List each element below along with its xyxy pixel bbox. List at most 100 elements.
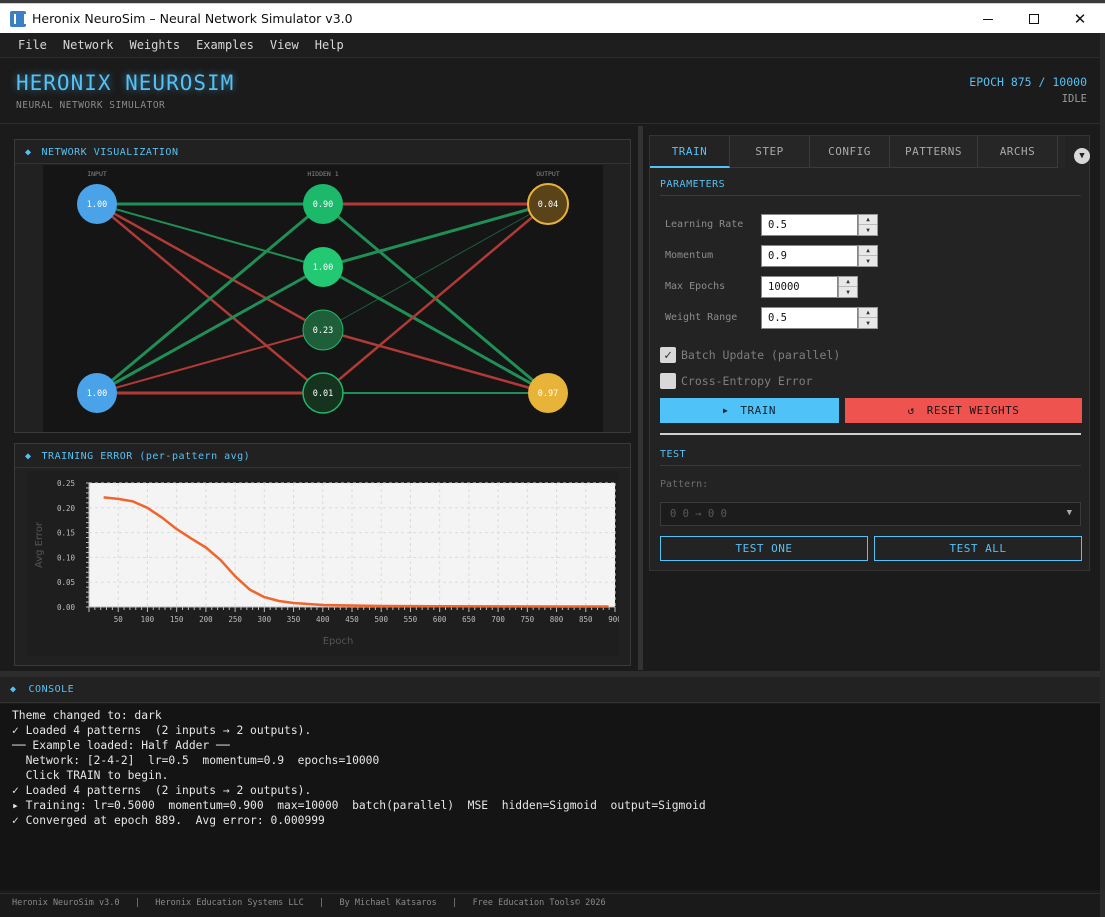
play-icon: ▶	[723, 406, 729, 415]
weight-range-input[interactable]: 0.5	[761, 307, 858, 329]
close-button[interactable]: ✕	[1057, 4, 1103, 34]
menu-help[interactable]: Help	[307, 33, 352, 57]
node-value: 0.23	[313, 326, 333, 336]
test-one-button[interactable]: TEST ONE	[660, 536, 868, 561]
learning-rate-spinner[interactable]: ▲ ▼	[858, 214, 878, 236]
max-epochs-input[interactable]: 10000	[761, 276, 838, 298]
max-epochs-spinner[interactable]: ▲ ▼	[838, 276, 858, 298]
x-tick-label: 650	[462, 615, 476, 624]
error-panel-title-text: TRAINING ERROR (per-pattern avg)	[41, 451, 251, 462]
maximize-button[interactable]	[1011, 4, 1057, 34]
menu-weights[interactable]: Weights	[121, 33, 188, 57]
app-icon	[10, 11, 26, 27]
tab-bar: TRAIN STEP CONFIG PATTERNS ARCHS	[650, 136, 1065, 168]
connections	[96, 202, 549, 395]
menu-bar: File Network Weights Examples View Help	[0, 33, 1105, 58]
y-tick-label: 0.05	[57, 578, 75, 587]
node-value: 1.00	[87, 389, 107, 399]
weight-range-label: Weight Range	[665, 312, 738, 323]
brand-subtitle: NEURAL NETWORK SIMULATOR	[16, 100, 166, 111]
learning-rate-row: Learning Rate 0.5 ▲ ▼	[665, 214, 1085, 236]
spin-down-icon[interactable]: ▼	[859, 256, 877, 266]
menu-examples[interactable]: Examples	[188, 33, 262, 57]
console-output[interactable]: Theme changed to: dark ✓ Loaded 4 patter…	[0, 704, 1100, 890]
training-error-panel: ◆ TRAINING ERROR (per-pattern avg) 50 100 1…	[14, 443, 631, 666]
connection	[322, 202, 549, 269]
error-chart: 50 100 150 200 250 300 350 400 450 500 550 600 650 70…	[27, 471, 622, 656]
tab-patterns[interactable]: PATTERNS	[890, 136, 978, 168]
learning-rate-label: Learning Rate	[665, 219, 744, 230]
spin-up-icon[interactable]: ▲	[859, 246, 877, 256]
x-tick-label: 400	[316, 615, 330, 624]
x-tick-label: 250	[228, 615, 242, 624]
pattern-select-value: 0 0 → 0 0	[670, 508, 727, 520]
reset-weights-button[interactable]: ↺ RESET WEIGHTS	[845, 398, 1082, 423]
x-tick-label: 850	[579, 615, 593, 624]
node-value: 1.00	[313, 263, 333, 273]
momentum-label: Momentum	[665, 250, 714, 261]
status-label: IDLE	[1061, 93, 1087, 105]
checkmark-icon: ✓	[664, 347, 672, 363]
section-divider	[660, 465, 1081, 466]
spin-down-icon[interactable]: ▼	[859, 318, 877, 328]
tab-overflow-button[interactable]: ▼	[1074, 148, 1090, 164]
spin-up-icon[interactable]: ▲	[859, 215, 877, 225]
menu-view[interactable]: View	[262, 33, 307, 57]
learning-rate-input[interactable]: 0.5	[761, 214, 858, 236]
connection	[322, 265, 549, 395]
node-value: 0.90	[313, 200, 333, 210]
connection	[96, 202, 324, 332]
console-line: ✓ Converged at epoch 889. Avg error: 0.0…	[12, 814, 325, 827]
x-tick-label: 550	[404, 615, 418, 624]
x-tick-label: 700	[491, 615, 505, 624]
connection	[96, 329, 324, 394]
network-canvas[interactable]: INPUT HIDDEN 1 OUTPUT 1.00 1.00 0.90 1.0…	[43, 165, 603, 432]
spin-down-icon[interactable]: ▼	[859, 225, 877, 235]
train-button[interactable]: ▶ TRAIN	[660, 398, 839, 423]
max-epochs-row: Max Epochs 10000 ▲ ▼	[665, 276, 1085, 298]
section-divider	[660, 433, 1081, 435]
x-tick-label: 200	[199, 615, 213, 624]
x-tick-label: 500	[374, 615, 388, 624]
menu-network[interactable]: Network	[55, 33, 122, 57]
x-tick-label: 600	[433, 615, 447, 624]
control-panel: TRAIN STEP CONFIG PATTERNS ARCHS ▼ PARAM…	[649, 135, 1090, 571]
test-heading: TEST	[660, 449, 687, 460]
app-header: HERONIX NEUROSIM NEURAL NETWORK SIMULATO…	[0, 58, 1105, 124]
layer-label-output: OUTPUT	[536, 170, 560, 178]
window-titlebar: Heronix NeuroSim – Neural Network Simula…	[0, 3, 1105, 33]
network-visualization-panel: ◆ NETWORK VISUALIZATION INPUT HIDDEN 1 O…	[14, 139, 631, 433]
y-tick-label: 0.15	[57, 529, 75, 538]
connection	[322, 328, 549, 395]
maximize-icon	[1029, 14, 1039, 24]
minimize-button[interactable]	[965, 4, 1011, 34]
test-all-button[interactable]: TEST ALL	[874, 536, 1082, 561]
y-tick-label: 0.10	[57, 553, 76, 562]
cross-entropy-checkbox[interactable]	[660, 373, 676, 389]
y-tick-label: 0.00	[57, 603, 76, 612]
tab-step[interactable]: STEP	[730, 136, 810, 168]
max-epochs-label: Max Epochs	[665, 281, 726, 292]
error-chart-svg: 50 100 150 200 250 300 350 400 450 500 550 600 650 70…	[34, 479, 622, 647]
vertical-splitter[interactable]	[638, 126, 643, 670]
pattern-select[interactable]: 0 0 → 0 0 ▼	[660, 502, 1081, 526]
train-button-label: TRAIN	[740, 404, 776, 417]
y-tick-label: 0.20	[57, 504, 76, 513]
menu-file[interactable]: File	[10, 33, 55, 57]
tab-train[interactable]: TRAIN	[650, 136, 730, 168]
panel-divider	[15, 467, 630, 468]
tab-archs[interactable]: ARCHS	[978, 136, 1058, 168]
momentum-input[interactable]: 0.9	[761, 245, 858, 267]
connection	[322, 203, 549, 331]
spin-up-icon[interactable]: ▲	[859, 308, 877, 318]
weight-range-spinner[interactable]: ▲ ▼	[858, 307, 878, 329]
reset-button-label: RESET WEIGHTS	[926, 404, 1020, 417]
spin-up-icon[interactable]: ▲	[839, 277, 857, 287]
spin-down-icon[interactable]: ▼	[839, 287, 857, 297]
console-line: Network: [2-4-2] lr=0.5 momentum=0.9 epo…	[12, 754, 380, 767]
tab-config[interactable]: CONFIG	[810, 136, 890, 168]
x-tick-label: 750	[521, 615, 535, 624]
momentum-spinner[interactable]: ▲ ▼	[858, 245, 878, 267]
connection	[96, 265, 324, 395]
batch-update-checkbox[interactable]: ✓	[660, 347, 676, 363]
